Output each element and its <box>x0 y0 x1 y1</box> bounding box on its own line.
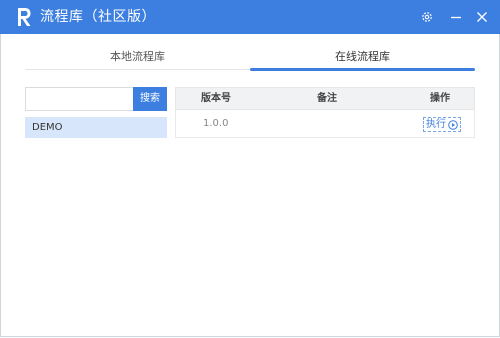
library-tabs: 本地流程库 在线流程库 <box>25 46 475 72</box>
column-header-version: 版本号 <box>201 93 231 104</box>
execute-button[interactable]: 执行 <box>423 117 461 132</box>
app-title: 流程库（社区版） <box>40 9 156 25</box>
app-window: 流程库（社区版） 本地流程库 在线流程库 搜索 DEMO 版本号 备注 操作 1… <box>0 0 500 338</box>
version-table: 版本号 备注 操作 1.0.0 执行 <box>175 87 475 138</box>
minimize-icon[interactable] <box>447 8 465 26</box>
table-row: 1.0.0 执行 <box>175 110 475 138</box>
title-bar[interactable]: 流程库（社区版） <box>0 0 500 34</box>
play-icon <box>448 119 458 130</box>
app-logo-icon <box>18 8 31 26</box>
gear-icon[interactable] <box>418 8 436 26</box>
tab-local-library[interactable]: 本地流程库 <box>25 46 250 70</box>
library-list-item[interactable]: DEMO <box>25 117 167 138</box>
column-header-note: 备注 <box>317 93 337 104</box>
search-button[interactable]: 搜索 <box>133 87 167 111</box>
active-tab-indicator <box>250 68 475 71</box>
execute-label: 执行 <box>426 119 446 130</box>
window-border <box>0 34 500 337</box>
search-input[interactable] <box>25 87 133 111</box>
tab-online-library[interactable]: 在线流程库 <box>250 46 475 70</box>
column-header-action: 操作 <box>430 93 450 104</box>
close-icon[interactable] <box>473 8 491 26</box>
version-cell: 1.0.0 <box>203 118 229 129</box>
table-header: 版本号 备注 操作 <box>175 87 475 110</box>
